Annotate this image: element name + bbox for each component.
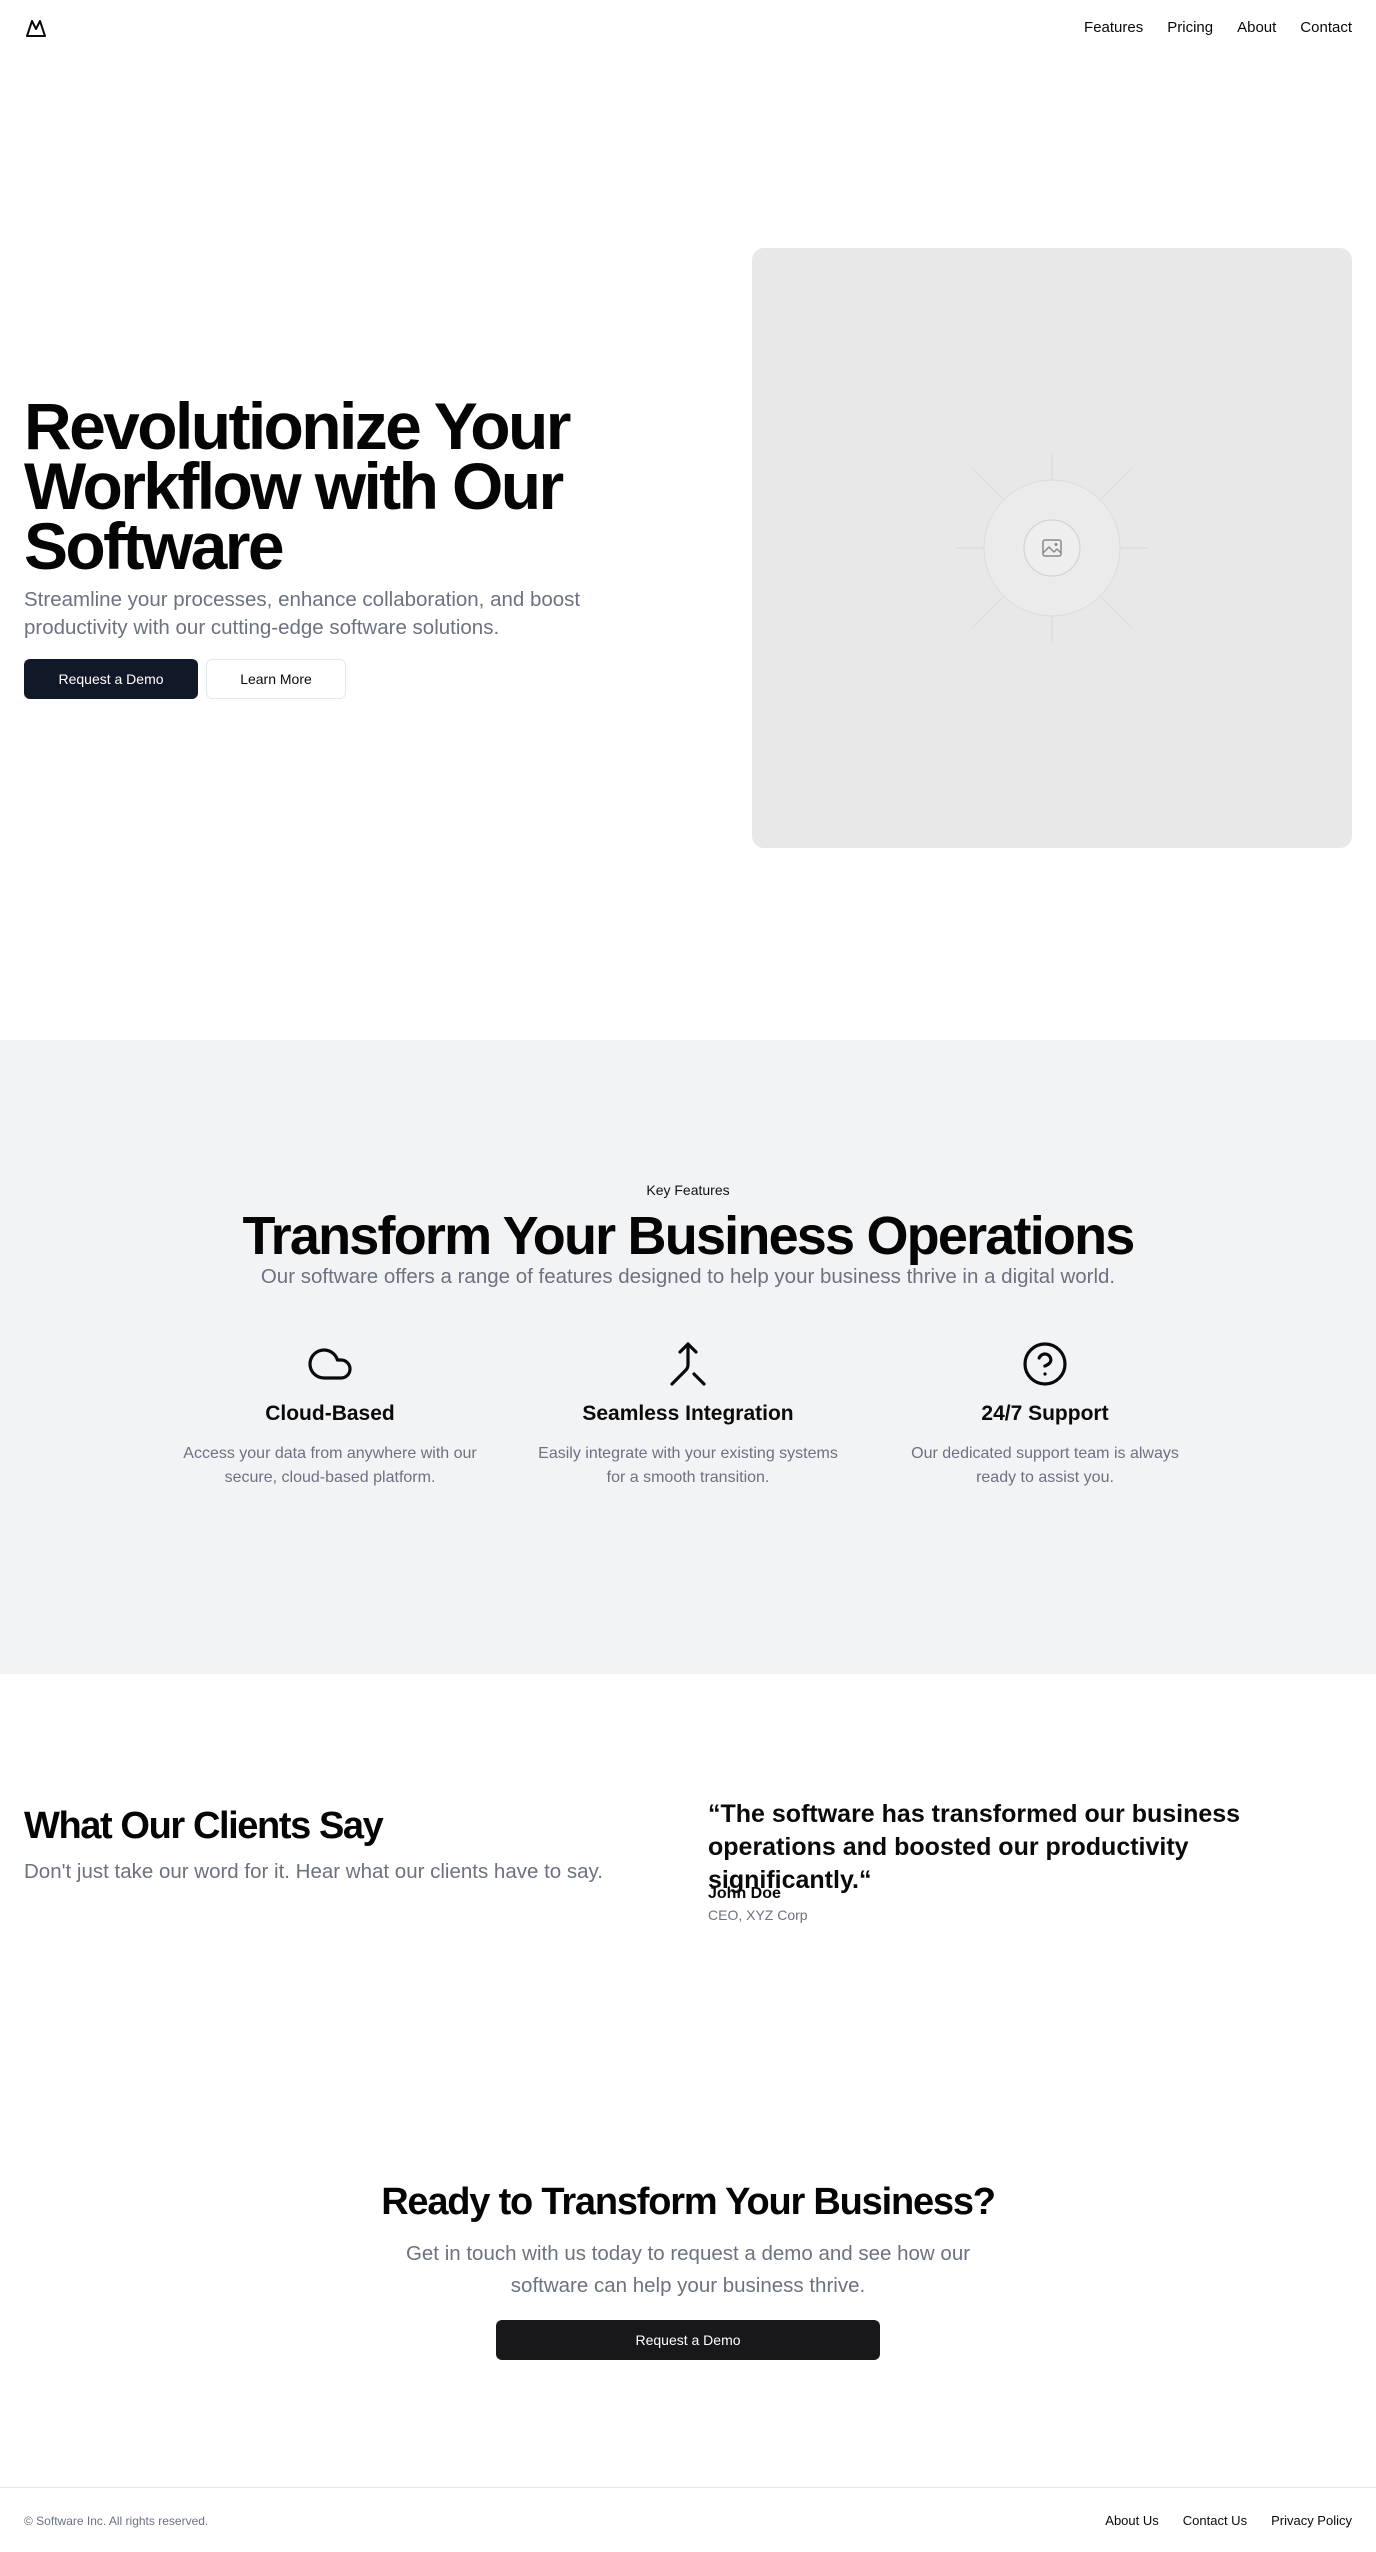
cta-title: Ready to Transform Your Business? xyxy=(381,2181,996,2223)
learn-more-button[interactable]: Learn More xyxy=(206,659,346,699)
feature-card-support: 24/7 Support Our dedicated support team … xyxy=(895,1340,1195,1490)
nav-features[interactable]: Features xyxy=(1084,18,1143,38)
merge-icon xyxy=(670,1342,706,1386)
image-placeholder-icon xyxy=(957,453,1147,643)
feature-title: Seamless Integration xyxy=(582,1402,794,1425)
feature-title: 24/7 Support xyxy=(981,1402,1109,1425)
testimonial-author-role: CEO, XYZ Corp xyxy=(708,1907,808,1923)
hero-title: Revolutionize Your Workflow with Our Sof… xyxy=(24,389,571,583)
feature-description: Our dedicated support team is always rea… xyxy=(911,1445,1179,1486)
footer-link-privacy[interactable]: Privacy Policy xyxy=(1271,2513,1352,2528)
testimonials-subtitle: Don't just take our word for it. Hear wh… xyxy=(24,1860,603,1883)
help-circle-icon xyxy=(1023,1342,1067,1386)
nav-contact[interactable]: Contact xyxy=(1300,18,1352,38)
hero-image-placeholder xyxy=(752,248,1352,848)
features-eyebrow: Key Features xyxy=(646,1182,730,1198)
feature-description: Easily integrate with your existing syst… xyxy=(538,1445,838,1486)
testimonials-title: What Our Clients Say xyxy=(24,1805,384,1847)
nav-pricing[interactable]: Pricing xyxy=(1167,18,1213,38)
site-header: Features Pricing About Contact xyxy=(0,0,1376,56)
testimonial-quote: “The software has transformed our busine… xyxy=(708,1800,1241,1894)
feature-title: Cloud-Based xyxy=(265,1402,395,1425)
copyright-text: © Software Inc. All rights reserved. xyxy=(24,2514,209,2528)
footer-link-contact[interactable]: Contact Us xyxy=(1183,2513,1247,2528)
hero-subtitle: Streamline your processes, enhance colla… xyxy=(24,588,581,639)
testimonial-author-name: John Doe xyxy=(708,1885,781,1902)
request-demo-button[interactable]: Request a Demo xyxy=(24,659,198,699)
mountain-icon[interactable] xyxy=(24,16,48,40)
feature-card-integration: Seamless Integration Easily integrate wi… xyxy=(538,1340,838,1490)
site-footer: © Software Inc. All rights reserved. Abo… xyxy=(0,2487,1376,2552)
feature-card-cloud: Cloud-Based Access your data from anywhe… xyxy=(180,1340,480,1490)
feature-description: Access your data from anywhere with our … xyxy=(183,1445,477,1486)
cta-request-demo-button[interactable]: Request a Demo xyxy=(496,2320,880,2360)
footer-nav: About Us Contact Us Privacy Policy xyxy=(1105,2513,1352,2528)
features-section: Key Features Transform Your Business Ope… xyxy=(0,1040,1376,1674)
cloud-icon xyxy=(308,1348,352,1380)
cta-subtitle: Get in touch with us today to request a … xyxy=(405,2242,971,2297)
nav-about[interactable]: About xyxy=(1237,18,1276,38)
main-nav: Features Pricing About Contact xyxy=(1084,18,1352,38)
features-subtitle: Our software offers a range of features … xyxy=(260,1265,1116,1288)
footer-link-about[interactable]: About Us xyxy=(1105,2513,1158,2528)
